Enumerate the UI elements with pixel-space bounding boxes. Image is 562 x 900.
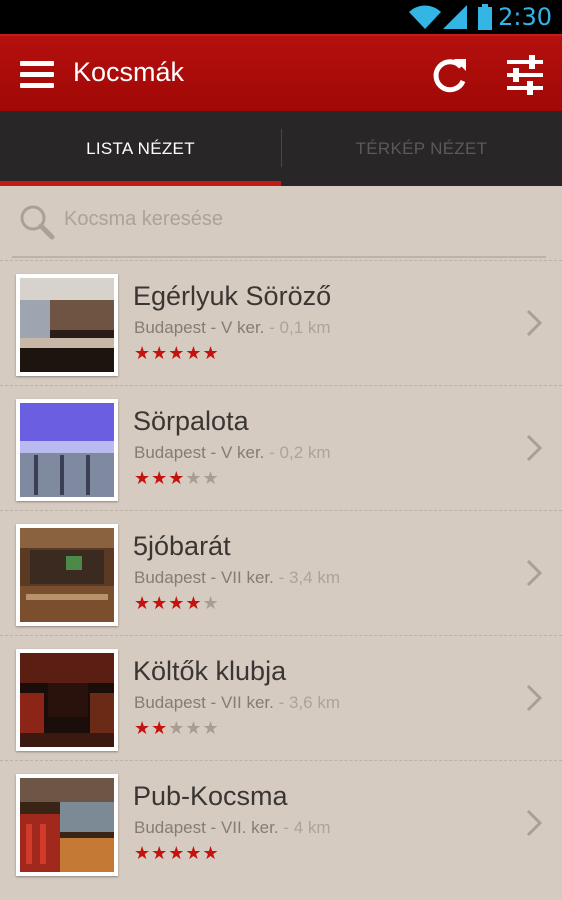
pub-photo xyxy=(20,778,114,872)
pub-location: Budapest - V ker. - 0,1 km xyxy=(134,318,331,338)
tab-bar: LISTA NÉZET TÉRKÉP NÉZET xyxy=(0,111,562,186)
rating-stars: ★★★★★ xyxy=(134,718,220,739)
pub-distance: - 0,2 km xyxy=(269,443,331,462)
pub-photo xyxy=(20,278,114,372)
pub-city: Budapest - V ker. xyxy=(134,443,265,462)
pub-location: Budapest - VII. ker. - 4 km xyxy=(134,818,331,838)
pub-list: Egérlyuk Söröző Budapest - V ker. - 0,1 … xyxy=(0,260,562,885)
star-empty-icon: ★ xyxy=(202,593,220,614)
chevron-right-icon xyxy=(526,309,542,337)
pub-city: Budapest - VII ker. xyxy=(134,693,274,712)
rating-stars: ★★★★★ xyxy=(134,843,220,864)
rating-stars: ★★★★★ xyxy=(134,343,220,364)
pub-photo xyxy=(20,403,114,497)
list-item[interactable]: Sörpalota Budapest - V ker. - 0,2 km ★★★… xyxy=(0,385,562,510)
star-icon: ★★★★ xyxy=(134,593,203,614)
wifi-icon xyxy=(409,5,441,29)
pub-city: Budapest - VII. ker. xyxy=(134,818,279,837)
star-icon: ★★★★★ xyxy=(134,843,220,864)
pub-thumbnail xyxy=(16,649,118,751)
pub-location: Budapest - VII ker. - 3,6 km xyxy=(134,693,340,713)
action-bar: Kocsmák xyxy=(0,34,562,111)
tab-list-view[interactable]: LISTA NÉZET xyxy=(0,111,281,186)
rating-stars: ★★★★★ xyxy=(134,468,220,489)
star-icon: ★★ xyxy=(134,718,169,739)
star-empty-icon: ★★★ xyxy=(168,718,220,739)
chevron-right-icon xyxy=(526,434,542,462)
pub-distance: - 3,4 km xyxy=(278,568,340,587)
pub-location: Budapest - V ker. - 0,2 km xyxy=(134,443,331,463)
filter-settings-icon[interactable] xyxy=(503,53,547,97)
refresh-icon[interactable] xyxy=(430,55,470,95)
pub-distance: - 0,1 km xyxy=(269,318,331,337)
pub-city: Budapest - VII ker. xyxy=(134,568,274,587)
pub-thumbnail xyxy=(16,399,118,501)
search-input[interactable] xyxy=(64,208,524,231)
status-bar: 2:30 xyxy=(0,0,562,34)
menu-icon[interactable] xyxy=(20,61,54,89)
pub-photo xyxy=(20,653,114,747)
star-icon: ★★★★★ xyxy=(134,343,220,364)
tab-map-view[interactable]: TÉRKÉP NÉZET xyxy=(281,111,562,186)
list-item[interactable]: Egérlyuk Söröző Budapest - V ker. - 0,1 … xyxy=(0,260,562,385)
pub-name: 5jóbarát xyxy=(133,531,231,561)
search-icon xyxy=(20,205,55,240)
chevron-right-icon xyxy=(526,684,542,712)
list-item[interactable]: 5jóbarát Budapest - VII ker. - 3,4 km ★★… xyxy=(0,510,562,635)
pub-distance: - 3,6 km xyxy=(278,693,340,712)
pub-thumbnail xyxy=(16,774,118,876)
rating-stars: ★★★★★ xyxy=(134,593,220,614)
chevron-right-icon xyxy=(526,809,542,837)
pub-thumbnail xyxy=(16,274,118,376)
chevron-right-icon xyxy=(526,559,542,587)
pub-name: Költők klubja xyxy=(133,656,287,686)
page-title: Kocsmák xyxy=(73,57,185,87)
pub-city: Budapest - V ker. xyxy=(134,318,265,337)
star-icon: ★★★ xyxy=(134,468,186,489)
clock: 2:30 xyxy=(498,3,552,31)
signal-icon xyxy=(443,5,467,29)
pub-distance: - 4 km xyxy=(283,818,331,837)
battery-icon xyxy=(478,4,492,30)
list-item[interactable]: Költők klubja Budapest - VII ker. - 3,6 … xyxy=(0,635,562,760)
list-item[interactable]: Pub-Kocsma Budapest - VII. ker. - 4 km ★… xyxy=(0,760,562,885)
pub-location: Budapest - VII ker. - 3,4 km xyxy=(134,568,340,588)
pub-name: Egérlyuk Söröző xyxy=(133,281,332,311)
star-empty-icon: ★★ xyxy=(185,468,220,489)
pub-photo xyxy=(20,528,114,622)
search-bar xyxy=(12,186,546,258)
pub-name: Pub-Kocsma xyxy=(133,781,288,811)
pub-name: Sörpalota xyxy=(133,406,249,436)
pub-thumbnail xyxy=(16,524,118,626)
